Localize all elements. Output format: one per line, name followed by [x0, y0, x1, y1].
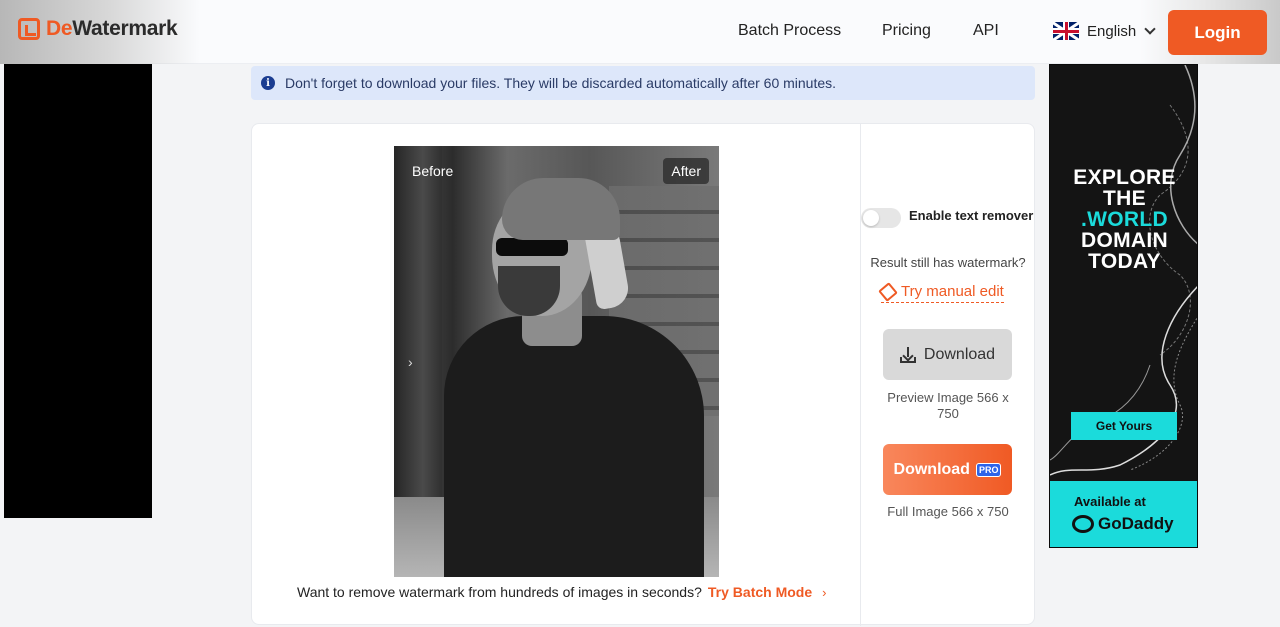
ad-line-2: THE — [1103, 187, 1146, 210]
try-batch-mode-link[interactable]: Try Batch Mode — [708, 584, 812, 600]
manual-edit-label: Try manual edit — [901, 283, 1004, 300]
dewatermark-logo-icon — [18, 18, 40, 40]
compare-slider-handle[interactable]: › — [408, 354, 413, 370]
promo-text: Want to remove watermark from hundreds o… — [297, 584, 702, 600]
watermark-question: Result still has watermark? — [870, 255, 1026, 270]
login-button[interactable]: Login — [1168, 10, 1267, 55]
ad-headline: EXPLORE THE .WORLD DOMAIN TODAY — [1050, 166, 1197, 273]
ad-available-text: Available at — [1074, 494, 1146, 509]
photo-jacket — [444, 316, 704, 577]
ad-line-5: TODAY — [1088, 250, 1161, 273]
photo-cap — [502, 178, 620, 240]
uk-flag-icon — [1053, 22, 1079, 40]
notice-text: Don't forget to download your files. The… — [285, 75, 837, 91]
ad-get-yours-button[interactable]: Get Yours — [1071, 412, 1177, 440]
download-preview-button[interactable]: Download — [883, 329, 1012, 380]
ad-footer: Available at GoDaddy — [1050, 481, 1197, 547]
nav-pricing[interactable]: Pricing — [882, 22, 931, 40]
language-selector[interactable]: English — [1053, 22, 1156, 40]
ad-line-4: DOMAIN — [1081, 229, 1168, 252]
godaddy-logo-icon — [1072, 515, 1094, 533]
before-after-preview[interactable]: Before After › — [394, 146, 719, 577]
download-icon — [899, 346, 916, 363]
download-pro-button[interactable]: Download PRO — [883, 444, 1012, 495]
ad-brand-name: GoDaddy — [1098, 514, 1174, 533]
download-label: Download — [923, 345, 996, 363]
download-pro-label: Download — [893, 460, 970, 478]
text-remover-toggle[interactable] — [861, 208, 901, 228]
ad-line-3: .WORLD — [1081, 208, 1168, 231]
ad-line-1: EXPLORE — [1073, 166, 1176, 189]
left-ad-placeholder — [4, 64, 152, 518]
eraser-icon — [878, 281, 898, 302]
ad-brand: GoDaddy — [1072, 514, 1174, 534]
text-remover-label: Enable text remover — [909, 208, 1034, 223]
pro-badge: PRO — [975, 462, 1002, 477]
full-image-size: Full Image 566 x 750 — [887, 504, 1009, 519]
result-card: Before After › Want to remove watermark … — [251, 123, 1035, 626]
try-manual-edit-link[interactable]: Try manual edit — [878, 281, 1004, 303]
chevron-right-icon: › — [822, 584, 827, 600]
before-label: Before — [412, 163, 454, 179]
site-logo[interactable]: DeWatermark — [18, 17, 178, 41]
preview-image-size: Preview Image 566 x 750 — [887, 390, 1009, 421]
info-icon: i — [261, 76, 275, 90]
chevron-down-icon — [1144, 23, 1156, 35]
nav-batch-process[interactable]: Batch Process — [738, 22, 841, 40]
panel-divider — [860, 124, 861, 626]
language-label: English — [1087, 22, 1137, 40]
logo-text: DeWatermark — [46, 17, 178, 40]
after-label: After — [663, 158, 709, 184]
photo-sunglasses — [496, 238, 568, 256]
batch-promo: Want to remove watermark from hundreds o… — [297, 584, 826, 600]
top-header: DeWatermark Batch Process Pricing API En… — [0, 0, 1280, 64]
download-notice: i Don't forget to download your files. T… — [251, 66, 1035, 100]
godaddy-ad[interactable]: EXPLORE THE .WORLD DOMAIN TODAY Get Your… — [1049, 64, 1198, 548]
nav-api[interactable]: API — [973, 22, 999, 40]
